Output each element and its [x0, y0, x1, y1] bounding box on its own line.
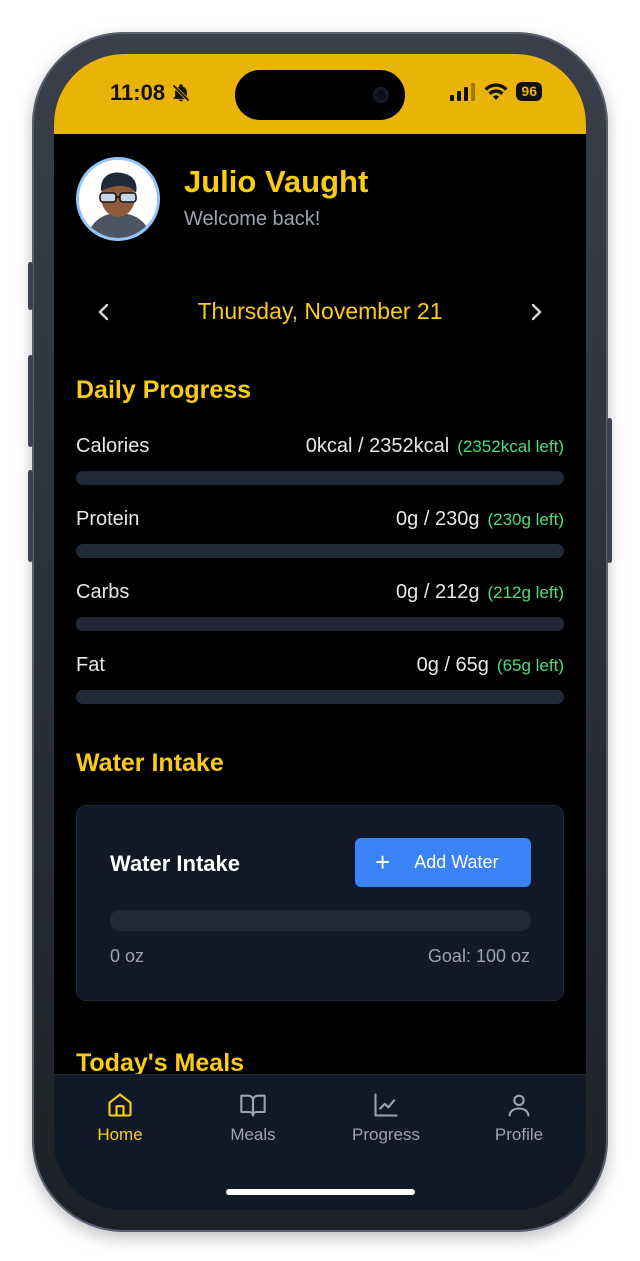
- avatar[interactable]: [76, 157, 160, 241]
- macro-remaining: (65g left): [496, 656, 564, 675]
- avatar-image: [79, 160, 157, 238]
- line-chart-icon: [374, 1093, 398, 1117]
- cellular-signal-icon: [450, 82, 476, 101]
- profile-header: [76, 157, 160, 241]
- tab-label: Meals: [230, 1125, 276, 1144]
- tab-meals[interactable]: Meals: [203, 1091, 303, 1145]
- status-indicators: 96: [450, 82, 542, 101]
- progress-bar: [76, 471, 564, 485]
- macro-label: Protein: [76, 508, 140, 530]
- progress-bar: [76, 690, 564, 704]
- water-goal: Goal: 100 oz: [427, 946, 530, 966]
- book-open-icon: [240, 1094, 266, 1117]
- progress-bar: [76, 617, 564, 631]
- macro-fat: Fat 0g / 65g (65g left): [76, 654, 564, 714]
- battery-level: 96: [516, 82, 542, 101]
- tab-label: Progress: [351, 1125, 421, 1144]
- macro-amount: 0g / 230g (230g left): [396, 508, 564, 531]
- tab-home[interactable]: Home: [70, 1091, 170, 1145]
- macro-protein: Protein 0g / 230g (230g left): [76, 508, 564, 568]
- macro-value: 0g / 212g: [396, 581, 480, 603]
- water-intake-section-title: Water Intake: [76, 749, 224, 777]
- macro-value: 0g / 65g: [416, 654, 489, 676]
- status-bar: 11:08 96: [54, 54, 586, 134]
- action-button: [28, 262, 33, 310]
- app-screen: 11:08 96 Julio Vaught Welcome back! Thur…: [54, 54, 586, 1210]
- front-camera: [373, 87, 389, 103]
- macro-label: Carbs: [76, 581, 130, 603]
- user-name: Julio Vaught: [184, 164, 369, 199]
- current-date: Thursday, November 21: [197, 298, 443, 324]
- macro-label: Calories: [76, 435, 150, 457]
- daily-progress-title: Daily Progress: [76, 376, 252, 404]
- macro-value: 0kcal / 2352kcal: [305, 435, 450, 457]
- water-progress-bar: [110, 910, 531, 931]
- macro-calories: Calories 0kcal / 2352kcal (2352kcal left): [76, 435, 564, 495]
- home-indicator[interactable]: [226, 1189, 415, 1195]
- wifi-icon: [484, 82, 508, 100]
- volume-up-button: [28, 355, 33, 447]
- bell-slash-icon: [172, 84, 190, 102]
- time-text: 11:08: [110, 80, 166, 105]
- home-icon: [108, 1093, 132, 1117]
- plus-icon: +: [375, 846, 391, 877]
- macro-amount: 0g / 65g (65g left): [417, 654, 564, 677]
- chevron-right-icon[interactable]: [522, 298, 550, 326]
- tab-label: Profile: [494, 1125, 544, 1144]
- macro-carbs: Carbs 0g / 212g (212g left): [76, 581, 564, 641]
- power-button: [607, 418, 612, 563]
- macro-remaining: (230g left): [487, 510, 564, 529]
- water-card-title: Water Intake: [110, 851, 241, 876]
- volume-down-button: [28, 470, 33, 562]
- macro-value: 0g / 230g: [396, 508, 480, 530]
- tab-label: Home: [97, 1125, 143, 1144]
- add-water-label: Add Water: [414, 852, 499, 872]
- dynamic-island: [235, 70, 405, 120]
- user-icon: [508, 1094, 530, 1117]
- macro-remaining: (2352kcal left): [457, 437, 564, 456]
- macro-amount: 0kcal / 2352kcal (2352kcal left): [306, 435, 564, 458]
- tab-progress[interactable]: Progress: [336, 1091, 436, 1145]
- bottom-tab-bar: Home Meals Progress Profile: [54, 1074, 586, 1210]
- water-intake-card: Water Intake + Add Water 0 oz Goal: 100 …: [76, 805, 564, 1001]
- macro-remaining: (212g left): [487, 583, 564, 602]
- water-current-amount: 0 oz: [110, 946, 145, 966]
- progress-bar: [76, 544, 564, 558]
- macro-amount: 0g / 212g (212g left): [396, 581, 564, 604]
- tab-profile[interactable]: Profile: [469, 1091, 569, 1145]
- welcome-message: Welcome back!: [184, 208, 321, 230]
- macro-label: Fat: [76, 654, 105, 676]
- date-navigator: Thursday, November 21: [54, 294, 586, 330]
- status-time: 11:08: [110, 80, 191, 106]
- add-water-button[interactable]: + Add Water: [355, 838, 531, 887]
